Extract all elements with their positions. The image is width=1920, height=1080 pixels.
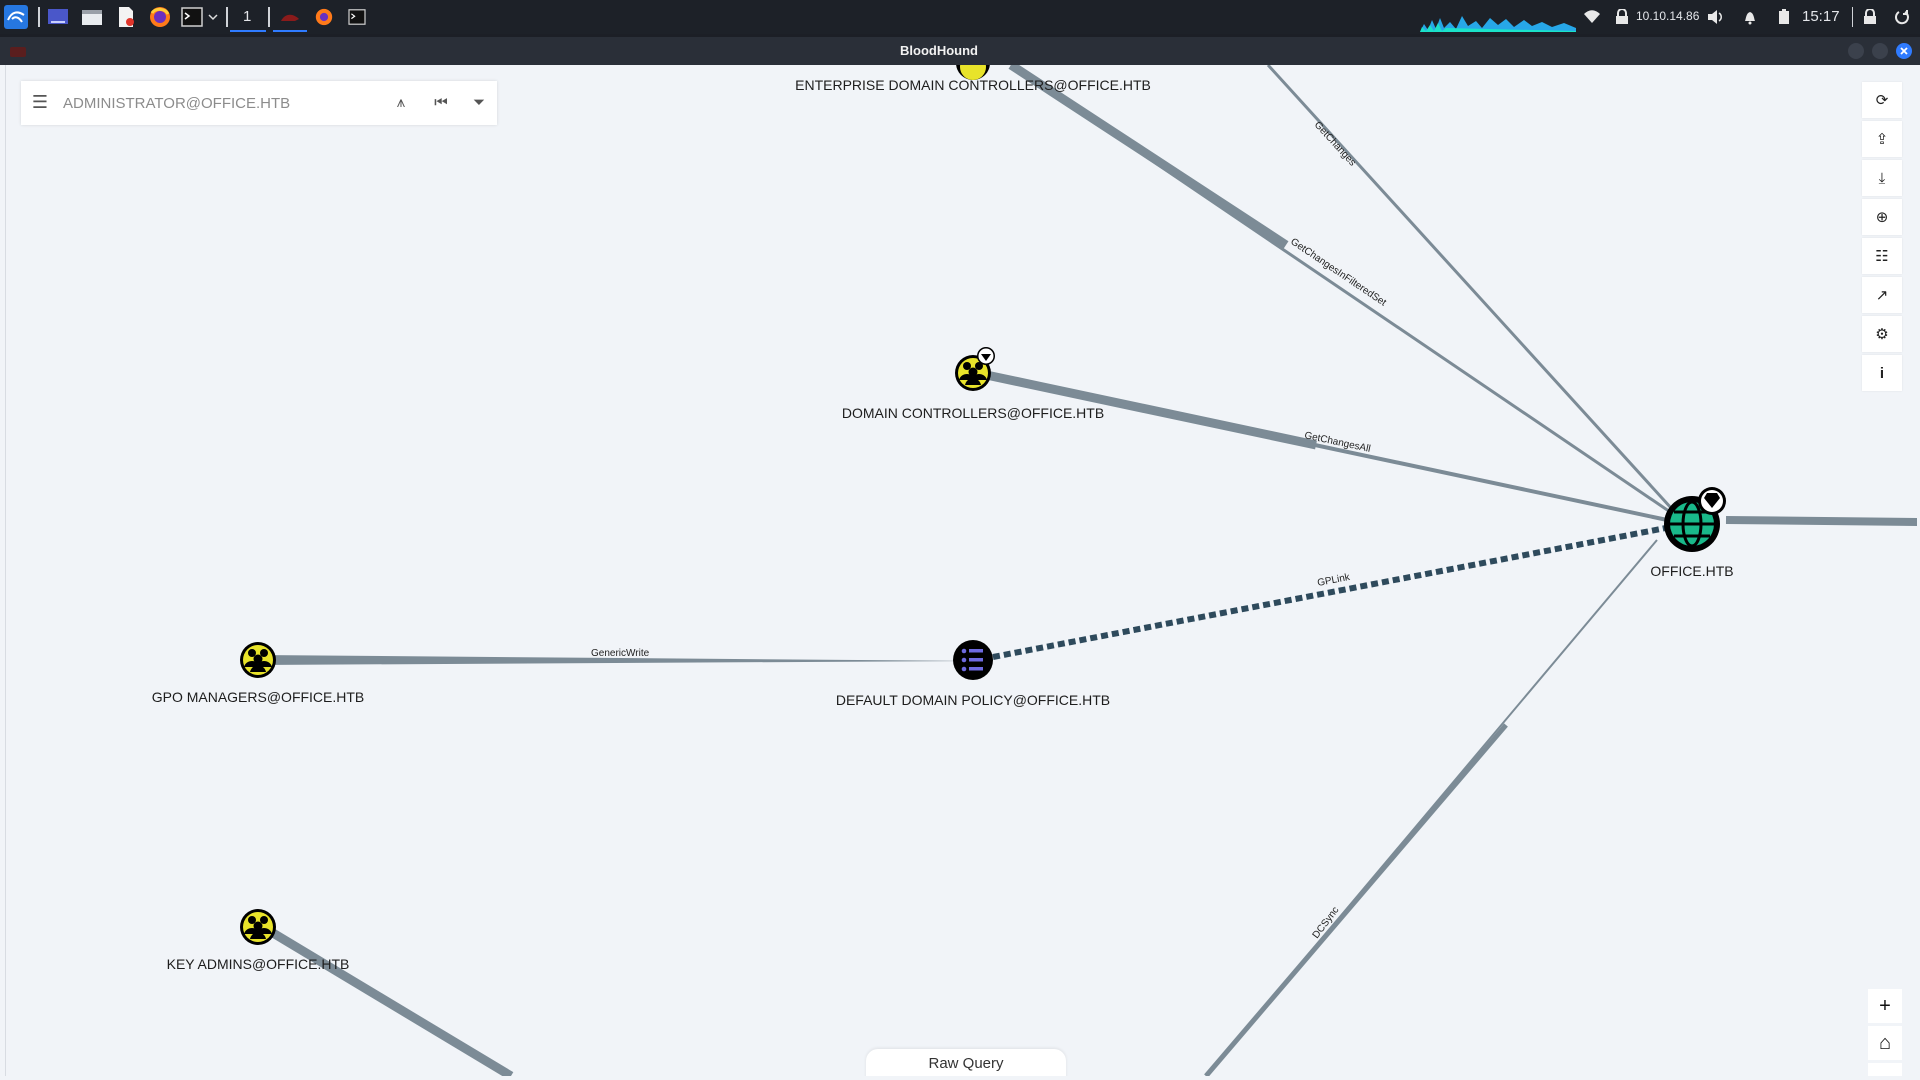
- graph-canvas[interactable]: GetChanges GetChangesInFilteredSet GetCh…: [5, 65, 1917, 1076]
- kali-menu-icon[interactable]: [4, 5, 28, 29]
- edge-office-right[interactable]: [1725, 516, 1917, 526]
- queries-icon[interactable]: ☷: [1862, 238, 1902, 274]
- taskbar: 1 10.10.14.86 15:17: [0, 0, 1920, 34]
- ip-address: 10.10.14.86: [1636, 9, 1700, 23]
- desktop-icon[interactable]: [46, 5, 70, 29]
- window-titlebar[interactable]: BloodHound: [0, 37, 1920, 65]
- node-label-default-domain-policy: DEFAULT DOMAIN POLICY@OFFICE.HTB: [835, 692, 1111, 708]
- workspace-indicator: [230, 30, 266, 32]
- notification-bell-icon[interactable]: [1738, 5, 1762, 29]
- firefox-icon[interactable]: [312, 5, 336, 29]
- filter-icon[interactable]: ⏷: [469, 93, 489, 113]
- edge-gplink[interactable]: GPLink: [992, 524, 1672, 660]
- edge-getchanges[interactable]: GetChanges: [1266, 65, 1684, 522]
- upload-icon[interactable]: ⊕: [1862, 199, 1902, 235]
- stats-icon[interactable]: ↗: [1862, 277, 1902, 313]
- search-input[interactable]: [63, 89, 363, 117]
- home-icon[interactable]: ⌂: [1868, 1026, 1902, 1060]
- bloodhound-icon[interactable]: [278, 5, 302, 29]
- network-graph: [1420, 10, 1576, 32]
- right-toolbar: ⟳ ⇪ ⤓ ⊕ ☷ ↗ ⚙ i: [1862, 82, 1902, 394]
- battery-icon[interactable]: [1772, 5, 1796, 29]
- node-domain-controllers[interactable]: [955, 347, 995, 391]
- menu-icon[interactable]: ☰: [31, 93, 49, 111]
- edge-genericwrite[interactable]: GenericWrite: [258, 648, 976, 665]
- refresh-icon[interactable]: ⟳: [1862, 82, 1902, 118]
- chevron-down-icon[interactable]: [205, 5, 221, 29]
- clock: 15:17: [1802, 8, 1840, 25]
- minimize-button[interactable]: [1848, 43, 1864, 59]
- node-label-key-admins: KEY ADMINS@OFFICE.HTB: [166, 956, 350, 972]
- workspace-number[interactable]: 1: [243, 8, 251, 25]
- maximize-button[interactable]: [1872, 43, 1888, 59]
- power-icon[interactable]: [1890, 5, 1914, 29]
- bloodhound-window: BloodHound GetChanges GetChangesInFilter…: [0, 37, 1920, 1080]
- edge-label: GenericWrite: [591, 648, 650, 659]
- search-bar: ☰ ⩚ ⏮ ⏷: [21, 81, 497, 125]
- taskbar-separator: [1852, 7, 1853, 27]
- firefox-icon[interactable]: [148, 5, 172, 29]
- zoom-in-button[interactable]: +: [1868, 989, 1902, 1023]
- terminal-icon[interactable]: [345, 5, 369, 29]
- edge-label: GetChangesInFilteredSet: [1288, 236, 1388, 308]
- close-button[interactable]: [1896, 43, 1912, 59]
- file-manager-icon[interactable]: [80, 5, 104, 29]
- node-key-admins[interactable]: [240, 909, 276, 945]
- edge-key-admins[interactable]: [265, 926, 514, 1076]
- taskbar-separator: [226, 7, 228, 27]
- node-office-htb[interactable]: [1664, 487, 1726, 552]
- volume-icon[interactable]: [1704, 5, 1728, 29]
- edge-dcsync[interactable]: DCSync: [1204, 539, 1658, 1076]
- graph-svg[interactable]: GetChanges GetChangesInFilteredSet GetCh…: [6, 65, 1917, 1076]
- pathfinding-icon[interactable]: ⩚: [391, 93, 411, 113]
- export-icon[interactable]: ⇪: [1862, 121, 1902, 157]
- text-editor-icon[interactable]: [114, 5, 138, 29]
- zoom-controls: + ⌂ −: [1868, 989, 1902, 1076]
- lock-screen-icon[interactable]: [1858, 5, 1882, 29]
- info-icon[interactable]: i: [1862, 355, 1902, 391]
- vpn-lock-icon[interactable]: [1610, 5, 1634, 29]
- back-icon[interactable]: ⏮: [431, 93, 451, 113]
- raw-query-button[interactable]: Raw Query: [866, 1049, 1066, 1076]
- active-window-indicator: [273, 30, 307, 32]
- edge-label: GPLink: [1316, 572, 1351, 589]
- node-label-domain-controllers: DOMAIN CONTROLLERS@OFFICE.HTB: [841, 405, 1105, 421]
- edge-label: GetChanges: [1312, 120, 1358, 169]
- node-label-office-htb: OFFICE.HTB: [1650, 563, 1734, 579]
- taskbar-separator: [268, 7, 270, 27]
- wifi-icon[interactable]: [1580, 5, 1604, 29]
- node-label-gpo-managers: GPO MANAGERS@OFFICE.HTB: [151, 689, 365, 705]
- zoom-out-button[interactable]: −: [1868, 1063, 1902, 1076]
- node-gpo-managers[interactable]: [240, 642, 276, 678]
- taskbar-separator: [38, 7, 40, 27]
- window-title: BloodHound: [900, 43, 978, 58]
- terminal-icon[interactable]: [180, 5, 204, 29]
- import-icon[interactable]: ⤓: [1862, 160, 1902, 196]
- node-label-enterprise-domain-controllers: ENTERPRISE DOMAIN CONTROLLERS@OFFICE.HTB: [795, 77, 1151, 93]
- node-default-domain-policy[interactable]: [953, 640, 993, 680]
- settings-icon[interactable]: ⚙: [1862, 316, 1902, 352]
